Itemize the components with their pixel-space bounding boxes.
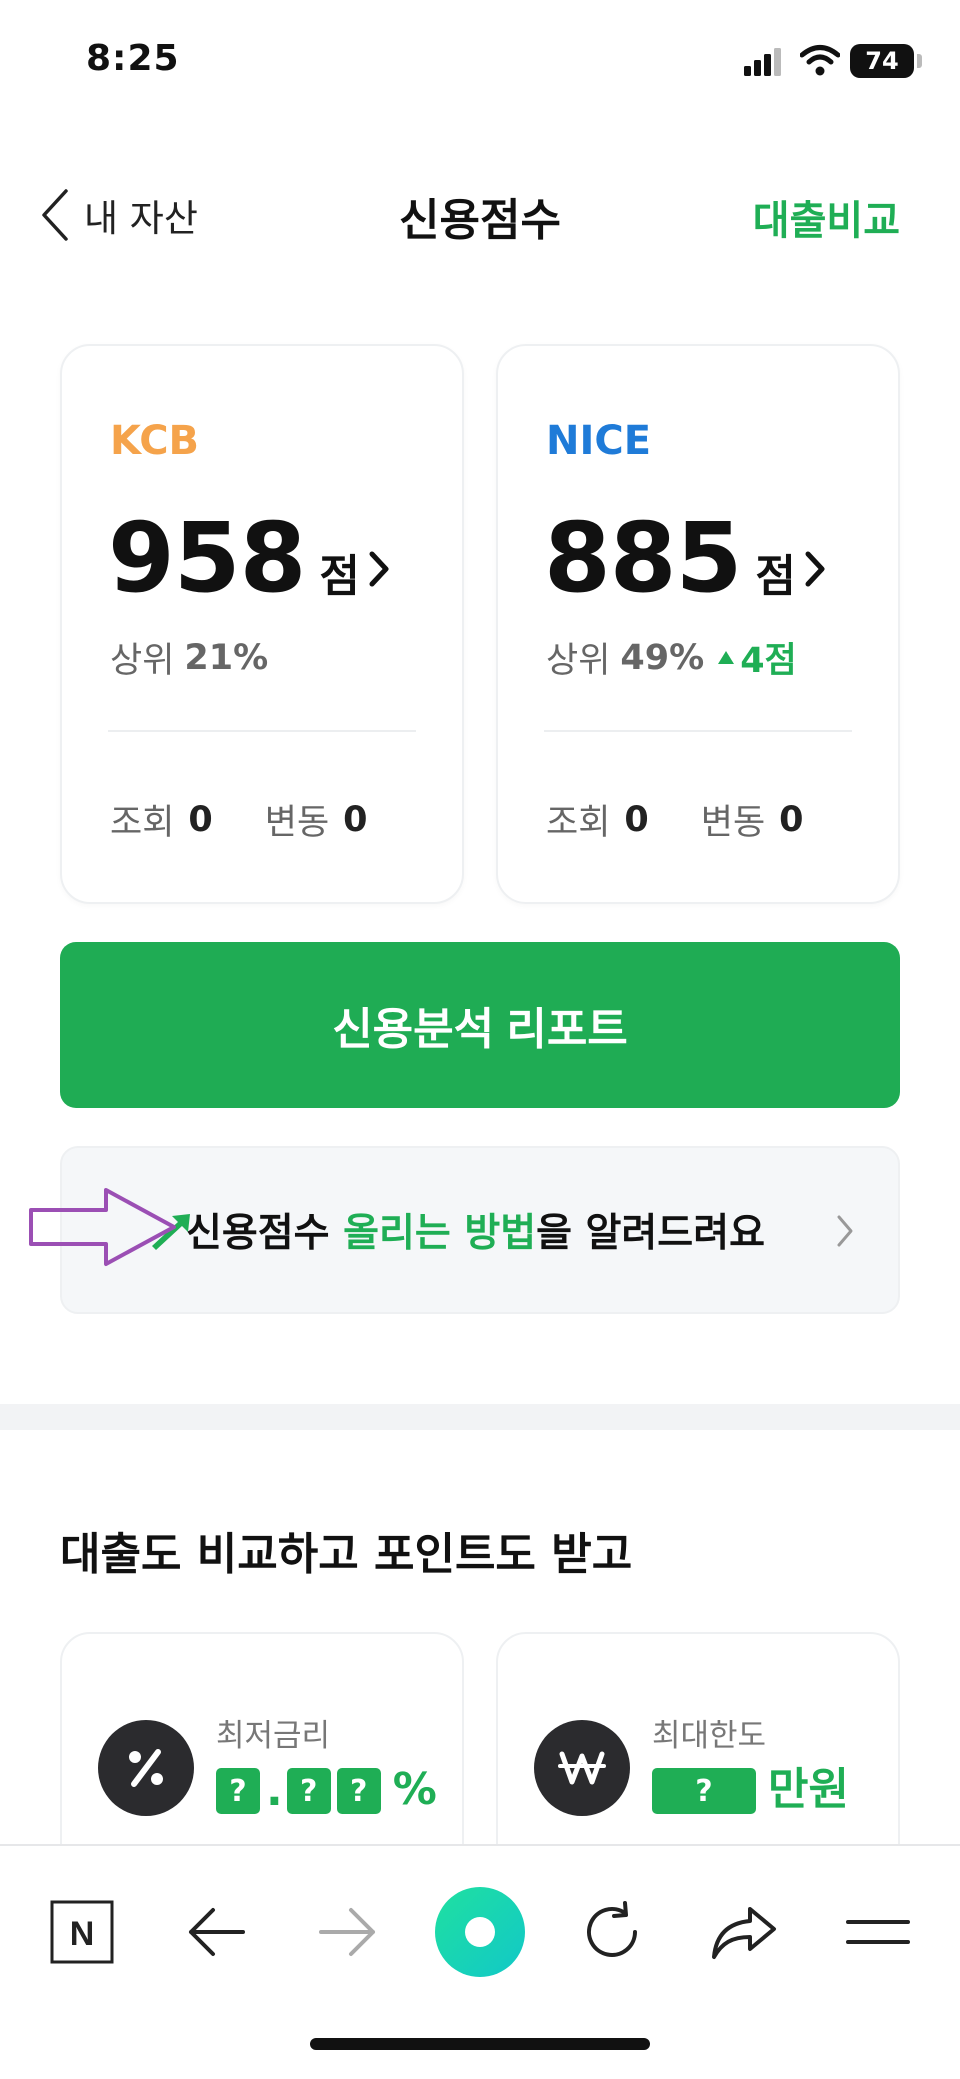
credit-score-value: 885 bbox=[544, 502, 742, 614]
top-nav-header: 내 자산 신용점수 대출비교 bbox=[0, 170, 960, 260]
back-arrow-icon bbox=[189, 1908, 245, 1956]
browser-forward-button[interactable] bbox=[308, 1892, 388, 1972]
nice-score-card[interactable]: NICE 885 점 상위 49% 4점 조회 0 변동 0 bbox=[496, 344, 900, 904]
credit-score-value: 958 bbox=[108, 502, 306, 614]
home-circle-icon bbox=[435, 1887, 525, 1977]
score-tips-banner[interactable]: 신용점수 올리는 방법을 알려드려요 bbox=[60, 1146, 900, 1314]
rank-label: 상위 bbox=[110, 641, 175, 681]
share-icon bbox=[712, 1907, 776, 1959]
change-label: 변동 bbox=[264, 803, 330, 843]
kcb-score-card[interactable]: KCB 958 점 상위 21% 조회 0 변동 0 bbox=[60, 344, 464, 904]
naver-home-button[interactable]: N bbox=[42, 1892, 122, 1972]
loan-section-heading: 대출도 비교하고 포인트도 받고 bbox=[60, 1529, 633, 1580]
card-divider bbox=[108, 730, 416, 732]
rank-row: 상위 49% 4점 bbox=[546, 632, 797, 683]
won-icon bbox=[534, 1720, 630, 1816]
browser-center-button[interactable] bbox=[430, 1882, 530, 1982]
battery-tip bbox=[917, 54, 922, 68]
tip-text-part2: 을 알려드려요 bbox=[536, 1211, 765, 1256]
tip-text-part1: 신용점수 bbox=[186, 1211, 344, 1256]
refresh-icon bbox=[587, 1901, 637, 1957]
score-row: 958 점 bbox=[108, 502, 390, 614]
menu-button[interactable] bbox=[838, 1892, 918, 1972]
card-divider bbox=[544, 730, 852, 732]
change-value: 0 bbox=[343, 799, 368, 840]
rank-value: 49% bbox=[620, 637, 705, 678]
stats-row: 조회 0 변동 0 bbox=[546, 794, 856, 845]
chevron-right-icon bbox=[837, 1215, 853, 1247]
inquiry-stat: 조회 0 bbox=[546, 794, 649, 845]
score-unit: 점 bbox=[755, 551, 796, 602]
section-divider bbox=[0, 1404, 960, 1430]
triangle-up-icon bbox=[718, 651, 735, 664]
masked-digit: ? bbox=[336, 1768, 381, 1814]
cellular-signal-icon bbox=[744, 48, 781, 76]
menu-icon bbox=[846, 1920, 910, 1944]
bureau-name: KCB bbox=[110, 418, 200, 464]
home-indicator[interactable] bbox=[310, 2038, 650, 2050]
naver-n-icon: N bbox=[50, 1900, 114, 1964]
rank-change-value: 4점 bbox=[740, 641, 797, 681]
chevron-left-icon bbox=[42, 189, 68, 241]
loan-label: 최저금리 bbox=[216, 1718, 331, 1754]
change-label: 변동 bbox=[700, 803, 766, 843]
back-button[interactable]: 내 자산 bbox=[40, 180, 198, 250]
chevron-right-icon bbox=[369, 551, 389, 587]
rank-row: 상위 21% bbox=[110, 632, 268, 683]
refresh-button[interactable] bbox=[572, 1892, 652, 1972]
rank-label: 상위 bbox=[546, 641, 611, 681]
forward-arrow-icon bbox=[319, 1908, 375, 1956]
credit-report-button[interactable]: 신용분석 리포트 bbox=[60, 942, 900, 1108]
status-time: 8:25 bbox=[86, 38, 180, 79]
tip-text: 신용점수 올리는 방법을 알려드려요 bbox=[186, 1202, 765, 1258]
masked-digit: ? bbox=[286, 1768, 331, 1814]
inquiry-value: 0 bbox=[624, 799, 649, 840]
browser-back-button[interactable] bbox=[176, 1892, 256, 1972]
bureau-name: NICE bbox=[546, 418, 652, 464]
score-unit: 점 bbox=[319, 551, 360, 602]
naver-letter: N bbox=[70, 1915, 95, 1953]
change-stat: 변동 0 bbox=[265, 794, 368, 845]
change-value: 0 bbox=[779, 799, 804, 840]
change-stat: 변동 0 bbox=[701, 794, 804, 845]
rank-change-badge: 4점 bbox=[718, 632, 797, 683]
battery-indicator: 74 bbox=[850, 44, 914, 78]
tip-text-highlight: 올리는 방법 bbox=[343, 1211, 537, 1256]
chevron-right-icon bbox=[805, 551, 825, 587]
limit-suffix: 만원 bbox=[768, 1764, 849, 1815]
loan-compare-link[interactable]: 대출비교 bbox=[753, 188, 900, 246]
annotation-arrow-icon bbox=[29, 1188, 176, 1266]
masked-digit: ? bbox=[652, 1768, 756, 1814]
masked-limit-value: ? 만원 bbox=[652, 1766, 849, 1814]
score-row: 885 점 bbox=[544, 502, 826, 614]
loan-label: 최대한도 bbox=[652, 1718, 767, 1754]
status-bar: 8:25 74 bbox=[0, 0, 960, 120]
stats-row: 조회 0 변동 0 bbox=[110, 794, 420, 845]
decimal-separator: . bbox=[266, 1765, 283, 1816]
inquiry-stat: 조회 0 bbox=[110, 794, 213, 845]
rank-value: 21% bbox=[184, 637, 269, 678]
rate-suffix: % bbox=[392, 1764, 437, 1815]
masked-rate-value: ? . ? ? % bbox=[216, 1766, 437, 1814]
inquiry-label: 조회 bbox=[110, 803, 175, 843]
masked-digit: ? bbox=[216, 1768, 260, 1814]
inquiry-label: 조회 bbox=[546, 803, 611, 843]
inquiry-value: 0 bbox=[188, 799, 213, 840]
wifi-icon bbox=[800, 45, 840, 76]
percent-icon bbox=[98, 1720, 194, 1816]
share-button[interactable] bbox=[704, 1892, 784, 1972]
back-label: 내 자산 bbox=[84, 197, 198, 240]
